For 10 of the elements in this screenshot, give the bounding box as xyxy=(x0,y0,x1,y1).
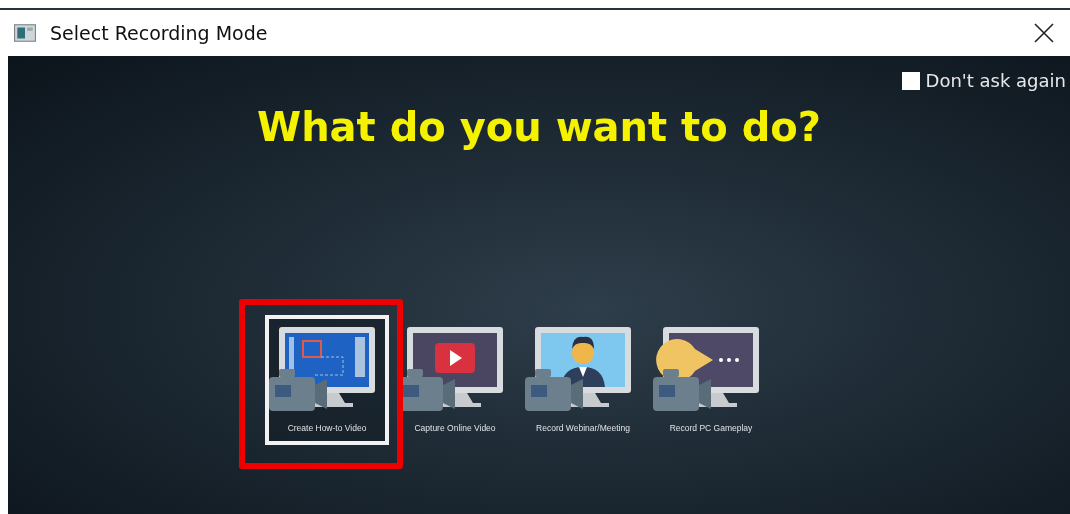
app-icon xyxy=(14,24,36,42)
heading: What do you want to do? xyxy=(257,104,821,150)
close-icon[interactable] xyxy=(1034,23,1054,43)
window-title: Select Recording Mode xyxy=(50,22,269,44)
mode-tile[interactable]: Record Webinar/Meeting xyxy=(521,315,645,445)
mode-tile[interactable]: Create How-to Video xyxy=(265,315,389,445)
checkbox-label[interactable]: Don't ask again xyxy=(925,70,1066,91)
mode-tile[interactable]: Capture Online Video xyxy=(393,315,517,445)
mode-tile[interactable]: Record PC Gameplay xyxy=(649,315,773,445)
dont-ask-checkbox[interactable] xyxy=(901,71,920,90)
